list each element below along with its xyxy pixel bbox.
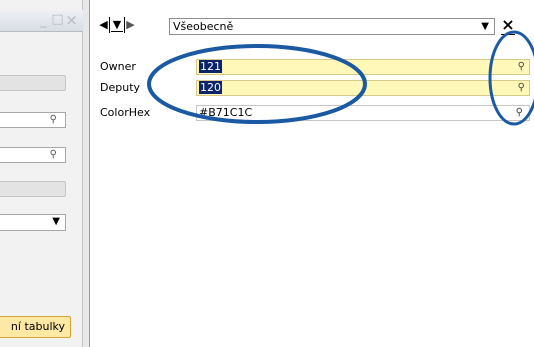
left-field-readonly-1 (0, 75, 66, 91)
chevron-down-icon[interactable]: ▼ (481, 21, 489, 32)
minimize-button[interactable]: _ (37, 13, 50, 28)
form-navigation-bar: ◀ ▼ ▶ Všeobecně ▼ × (90, 14, 534, 36)
category-menu-icon[interactable]: ▼ (111, 18, 123, 32)
maximize-button[interactable]: □ (51, 13, 64, 28)
owner-field[interactable]: 121 ⚲ (196, 59, 530, 75)
left-field-readonly-2 (0, 181, 66, 197)
category-value: Všeobecně (173, 20, 234, 33)
left-panel: _ □ × ⚲ ⚲ ▼ ní tabulky (0, 0, 83, 347)
field-row-owner: Owner 121 ⚲ (100, 59, 530, 75)
owner-value: 121 (199, 60, 222, 73)
deputy-value: 120 (199, 81, 222, 94)
link-arrow-icon[interactable]: ⚲ (516, 107, 523, 119)
window-titlebar: _ □ × (0, 10, 83, 32)
chevron-down-icon[interactable]: ▼ (52, 217, 60, 227)
link-arrow-icon[interactable]: ⚲ (50, 114, 57, 126)
next-icon[interactable]: ▶ (125, 18, 136, 32)
colorhex-field[interactable]: #B71C1C ⚲ (196, 105, 530, 121)
close-window-button[interactable]: × (65, 13, 78, 28)
user-defined-fields-panel: ◀ ▼ ▶ Všeobecně ▼ × Owner 121 ⚲ Deputy 1… (90, 0, 534, 347)
link-arrow-icon[interactable]: ⚲ (50, 149, 57, 161)
colorhex-label: ColorHex (100, 106, 151, 119)
magnifier-icon[interactable]: ⚲ (518, 61, 525, 73)
previous-icon[interactable]: ◀ (98, 18, 109, 32)
owner-label: Owner (100, 60, 136, 73)
magnifier-icon[interactable]: ⚲ (518, 82, 525, 94)
field-row-deputy: Deputy 120 ⚲ (100, 80, 530, 96)
category-dropdown[interactable]: Všeobecně ▼ (169, 18, 495, 35)
left-field-linked-1[interactable]: ⚲ (0, 112, 66, 128)
pane-divider[interactable] (83, 0, 90, 347)
left-field-linked-2[interactable]: ⚲ (0, 147, 66, 163)
colorhex-value: #B71C1C (199, 106, 253, 119)
nav-separator (109, 17, 110, 33)
deputy-field[interactable]: 120 ⚲ (196, 80, 530, 96)
left-dropdown[interactable]: ▼ (0, 214, 66, 231)
deputy-label: Deputy (100, 81, 141, 94)
close-icon[interactable]: × (501, 17, 515, 35)
field-row-colorhex: ColorHex #B71C1C ⚲ (100, 105, 530, 121)
table-button[interactable]: ní tabulky (0, 316, 71, 338)
